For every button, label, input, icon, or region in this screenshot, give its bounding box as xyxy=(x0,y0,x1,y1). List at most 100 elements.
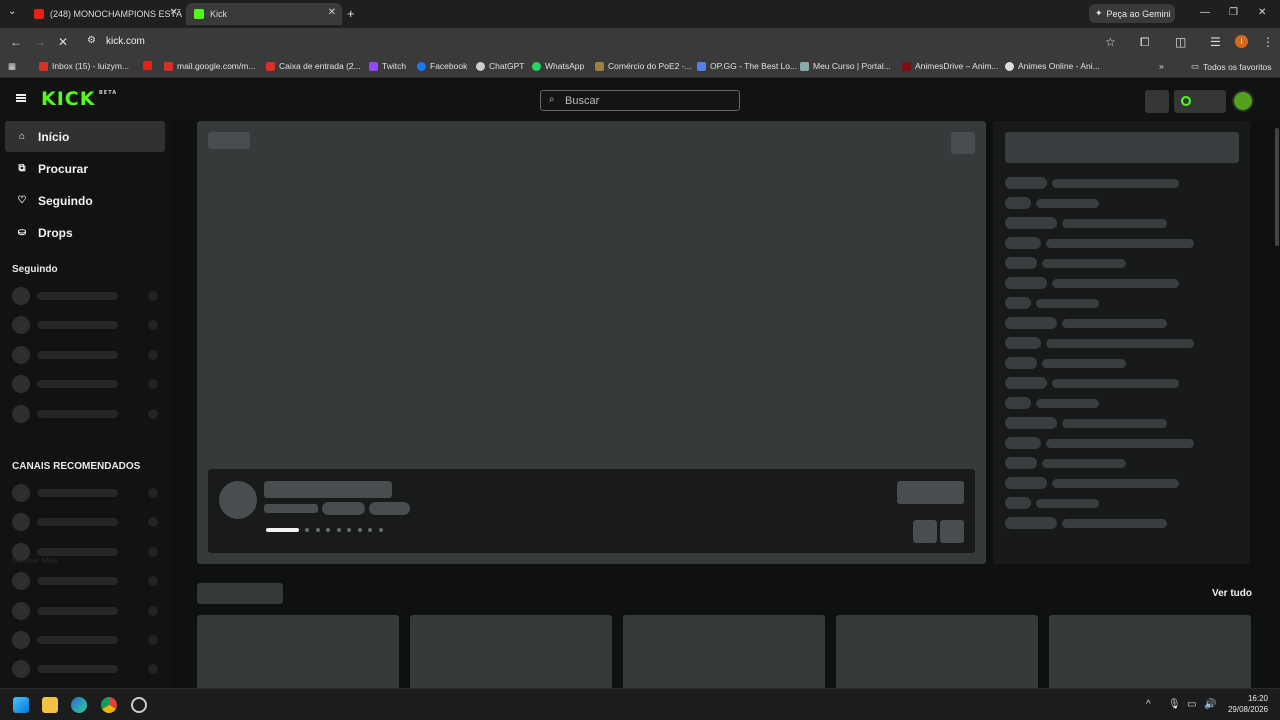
prev-button-placeholder[interactable] xyxy=(913,520,937,543)
windows-start-icon[interactable] xyxy=(13,697,29,713)
apps-icon[interactable]: ▦ xyxy=(8,61,16,72)
name-skeleton xyxy=(37,292,118,300)
search-input[interactable]: ⌕ Buscar xyxy=(540,90,740,111)
bookmark-item[interactable]: Facebook xyxy=(417,61,467,71)
microphone-icon[interactable]: 🎙 xyxy=(1168,699,1181,710)
chat-message-skeleton xyxy=(1036,199,1099,208)
carousel-dot[interactable] xyxy=(347,528,351,532)
bookmark-item[interactable]: WhatsApp xyxy=(532,61,584,71)
page-scrollbar[interactable] xyxy=(1275,128,1279,246)
gemini-button[interactable]: ✦ Peça ao Gemini xyxy=(1089,4,1175,23)
bookmark-item[interactable]: ChatGPT xyxy=(476,61,524,71)
tab-youtube[interactable]: (248) MONOCHAMPIONS ESTÃ ✕ xyxy=(26,3,184,25)
user-avatar[interactable] xyxy=(1232,90,1254,112)
close-window-icon[interactable]: ✕ xyxy=(1258,7,1266,18)
gmail-icon xyxy=(39,61,48,71)
tag-placeholder xyxy=(322,502,365,515)
chrome-icon[interactable] xyxy=(101,697,117,713)
tab-kick[interactable]: Kick ✕ xyxy=(186,3,342,25)
chat-username-skeleton xyxy=(1005,317,1057,329)
close-tab-icon[interactable]: ✕ xyxy=(328,7,336,18)
youtube-icon xyxy=(34,9,44,19)
chat-header-placeholder xyxy=(1005,132,1239,163)
file-explorer-icon[interactable] xyxy=(42,697,58,713)
live-dot-skeleton xyxy=(148,408,158,419)
bookmark-item[interactable]: Comércio do PoE2 -... xyxy=(595,61,692,71)
media-icon[interactable]: ◫ xyxy=(1175,35,1186,49)
sidebar-item-browse[interactable]: ⧉ Procurar xyxy=(5,153,165,184)
watch-button-placeholder[interactable] xyxy=(897,481,964,504)
bookmark-label: Animes Online - Ani... xyxy=(1018,61,1100,71)
more-bookmarks-icon[interactable]: » xyxy=(1159,61,1164,71)
bookmark-item[interactable]: Caixa de entrada (2... xyxy=(266,61,361,71)
tab-title: Kick xyxy=(210,9,228,19)
menu-toggle-icon[interactable] xyxy=(16,94,26,102)
sidebar-item-home[interactable]: ⌂ Início xyxy=(5,121,165,152)
carousel-dot[interactable] xyxy=(315,528,320,532)
profile-avatar[interactable]: I xyxy=(1235,35,1248,48)
sidebar-item-following[interactable]: ♡ Seguindo xyxy=(5,185,165,216)
volume-icon[interactable]: 🔊 xyxy=(1204,699,1216,710)
carousel-dot[interactable] xyxy=(368,528,372,532)
bookmark-item[interactable]: OP.GG - The Best Lo... xyxy=(697,61,797,71)
notifications-placeholder[interactable] xyxy=(1145,90,1169,113)
forward-icon[interactable]: → xyxy=(34,35,46,49)
system-clock[interactable]: 16:20 29/08/2026 xyxy=(1226,693,1268,715)
site-info-icon[interactable]: ⚙ xyxy=(87,35,96,46)
next-button-placeholder[interactable] xyxy=(940,520,964,543)
bookmark-item[interactable]: AnimesDrive – Anim... xyxy=(902,61,999,71)
carousel-dot[interactable] xyxy=(357,528,362,532)
kicks-balance-button[interactable] xyxy=(1174,90,1226,113)
bookmark-item[interactable]: Inbox (15) - luizym... xyxy=(39,61,129,71)
chatgpt-icon xyxy=(476,61,485,71)
mute-button-placeholder[interactable] xyxy=(951,132,975,154)
bookmark-item[interactable]: mail.google.com/m... xyxy=(164,61,255,71)
bookmark-item[interactable]: Animes Online - Ani... xyxy=(1005,61,1100,71)
carousel-indicator-active[interactable] xyxy=(266,528,299,532)
chat-username-skeleton xyxy=(1005,477,1047,489)
carousel-dot[interactable] xyxy=(336,528,341,532)
edge-icon[interactable] xyxy=(71,697,87,713)
address-bar[interactable]: kick.com xyxy=(106,36,145,47)
network-icon[interactable]: ▭ xyxy=(1187,699,1196,710)
stop-loading-icon[interactable]: ✕ xyxy=(58,35,68,49)
bookmark-star-icon[interactable]: ☆ xyxy=(1105,35,1116,49)
heart-icon: ♡ xyxy=(17,195,27,206)
stream-card[interactable] xyxy=(836,615,1038,688)
tab-search-icon[interactable]: ⌄ xyxy=(8,6,16,17)
chat-username-skeleton xyxy=(1005,337,1041,349)
chat-message-skeleton xyxy=(1042,359,1126,368)
minimize-icon[interactable]: — xyxy=(1200,7,1210,18)
carousel-dot[interactable] xyxy=(378,528,383,532)
stream-card[interactable] xyxy=(1049,615,1251,688)
streamer-avatar-placeholder xyxy=(219,481,257,519)
close-tab-icon[interactable]: ✕ xyxy=(170,7,178,18)
youtube-icon xyxy=(143,61,152,70)
live-dot-skeleton xyxy=(148,488,158,498)
kick-logo[interactable]: KICK BETA xyxy=(41,88,116,110)
carousel-dot[interactable] xyxy=(326,528,330,532)
all-bookmarks[interactable]: ▭ Todos os favoritos xyxy=(1191,61,1272,72)
new-tab-button[interactable]: + xyxy=(347,6,355,21)
bookmark-item[interactable]: Meu Curso | Portal... xyxy=(800,61,891,71)
name-skeleton xyxy=(37,518,118,527)
bookmark-item[interactable] xyxy=(143,61,152,70)
avatar-skeleton xyxy=(12,601,30,620)
reading-list-icon[interactable]: ☰ xyxy=(1210,35,1221,49)
stream-card[interactable] xyxy=(623,615,825,688)
gmail-icon xyxy=(164,61,173,71)
carousel-dot[interactable] xyxy=(305,528,309,532)
bookmark-label: OP.GG - The Best Lo... xyxy=(710,61,798,71)
sidebar-item-drops[interactable]: ⛀ Drops xyxy=(5,217,165,248)
stream-card[interactable] xyxy=(410,615,612,688)
extensions-icon[interactable]: ⧠ xyxy=(1140,35,1150,50)
see-all-link[interactable]: Ver tudo xyxy=(1212,588,1252,599)
stream-card[interactable] xyxy=(197,615,399,688)
back-icon[interactable]: ← xyxy=(10,35,22,49)
menu-icon[interactable]: ⋮ xyxy=(1262,35,1274,49)
tray-overflow-icon[interactable]: ^ xyxy=(1146,699,1151,710)
bookmark-item[interactable]: Twitch xyxy=(369,61,406,71)
app-icon[interactable] xyxy=(131,697,147,713)
chat-message-skeleton xyxy=(1036,399,1099,408)
maximize-icon[interactable]: ❐ xyxy=(1229,7,1238,18)
